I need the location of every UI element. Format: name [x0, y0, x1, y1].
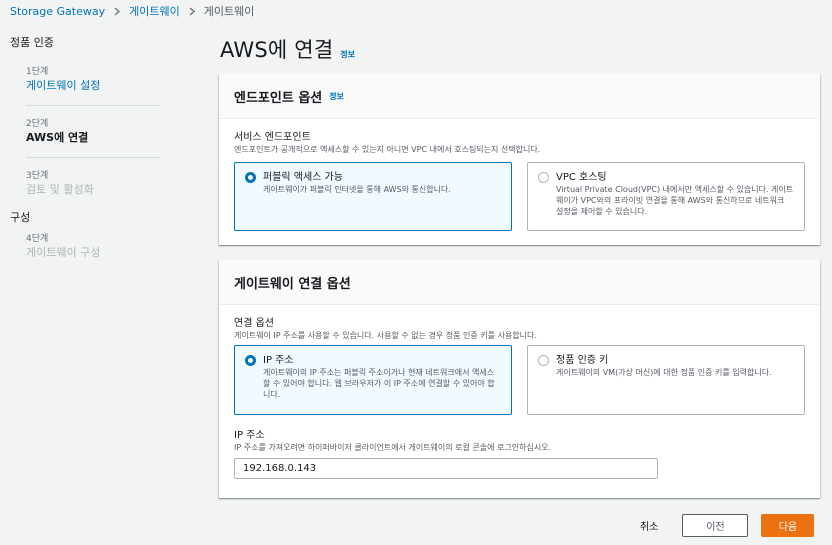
- ip-address-input[interactable]: [234, 458, 658, 479]
- page-title: AWS에 연결: [220, 38, 334, 62]
- panel-body: 서비스 엔드포인트 엔드포인트가 공개적으로 액세스할 수 있는지 아니면 VP…: [219, 119, 820, 231]
- breadcrumb-current: 게이트웨이: [203, 5, 255, 18]
- tile-title: 퍼블릭 액세스 가능: [263, 172, 343, 183]
- step-3-label: 검토 및 활성화: [26, 183, 94, 196]
- vpc-hosted-tile[interactable]: VPC 호스팅 Virtual Private Cloud(VPC) 내에서만 …: [527, 162, 805, 231]
- step-3-number: 3단계: [26, 171, 49, 181]
- radio-selected-icon: [245, 355, 256, 366]
- tile-title: IP 주소: [263, 355, 294, 366]
- step-4-label: 게이트웨이 구성: [26, 246, 101, 259]
- previous-button[interactable]: 이전: [682, 514, 749, 537]
- ip-address-description: IP 주소를 가져오려면 하이퍼바이저 클라이언트에서 게이트웨이의 로컬 콘솔…: [234, 443, 552, 452]
- chevron-right-icon: [114, 7, 121, 16]
- page-info-link[interactable]: 정보: [340, 49, 355, 60]
- page-header: AWS에 연결 정보: [220, 34, 355, 64]
- connection-options-panel: 게이트웨이 연결 옵션 연결 옵션 게이트웨이 IP 주소를 사용할 수 있습니…: [219, 260, 820, 498]
- tile-description: 게이트웨이의 VM(가상 머신)에 대한 정품 인증 키를 입력합니다.: [556, 368, 772, 377]
- tile-description: Virtual Private Cloud(VPC) 내에서만 액세스할 수 있…: [556, 185, 794, 216]
- step-2: 2단계 AWS에 연결: [26, 118, 160, 145]
- endpoint-options-panel: 엔드포인트 옵션 정보 서비스 엔드포인트 엔드포인트가 공개적으로 액세스할 …: [219, 74, 820, 245]
- panel-body: 연결 옵션 게이트웨이 IP 주소를 사용할 수 있습니다. 사용할 수 없는 …: [219, 305, 820, 479]
- step-2-current: AWS에 연결: [26, 131, 89, 144]
- service-endpoint-radio-group: 퍼블릭 액세스 가능 게이트웨이가 퍼블릭 인터넷을 통해 AWS와 통신합니다…: [234, 162, 805, 231]
- breadcrumb: Storage Gateway 게이트웨이 게이트웨이: [10, 2, 254, 20]
- connection-option-description: 게이트웨이 IP 주소를 사용할 수 있습니다. 사용할 수 없는 경우 정품 …: [234, 331, 537, 340]
- activation-key-tile[interactable]: 정품 인증 키 게이트웨이의 VM(가상 머신)에 대한 정품 인증 키를 입력…: [527, 345, 805, 415]
- steps-section-activation: 정품 인증: [10, 36, 54, 49]
- radio-unselected-icon: [538, 172, 549, 183]
- tile-title: VPC 호스팅: [556, 172, 607, 183]
- step-1-number: 1단계: [26, 67, 49, 77]
- radio-unselected-icon: [538, 355, 549, 366]
- endpoint-info-link[interactable]: 정보: [329, 91, 344, 102]
- public-access-tile[interactable]: 퍼블릭 액세스 가능 게이트웨이가 퍼블릭 인터넷을 통해 AWS와 통신합니다…: [234, 162, 512, 231]
- next-button[interactable]: 다음: [761, 514, 815, 537]
- tile-description: 게이트웨이의 IP 주소는 퍼블릭 주소이거나 현재 네트워크에서 액세스할 수…: [263, 368, 495, 399]
- cancel-button[interactable]: 취소: [640, 518, 658, 533]
- step-4: 4단계 게이트웨이 구성: [26, 233, 160, 260]
- step-1-link[interactable]: 게이트웨이 설정: [26, 78, 160, 93]
- connection-option-radio-group: IP 주소 게이트웨이의 IP 주소는 퍼블릭 주소이거나 현재 네트워크에서 …: [234, 345, 805, 415]
- service-endpoint-label: 서비스 엔드포인트: [234, 132, 311, 143]
- step-divider: [26, 105, 160, 106]
- tile-title: 정품 인증 키: [556, 355, 609, 366]
- step-divider: [26, 157, 160, 158]
- service-endpoint-description: 엔드포인트가 공개적으로 액세스할 수 있는지 아니면 VPC 내에서 호스팅되…: [234, 145, 541, 154]
- breadcrumb-gateways[interactable]: 게이트웨이: [129, 3, 180, 19]
- step-2-number: 2단계: [26, 119, 49, 129]
- step-4-number: 4단계: [26, 234, 49, 244]
- ip-address-tile[interactable]: IP 주소 게이트웨이의 IP 주소는 퍼블릭 주소이거나 현재 네트워크에서 …: [234, 345, 512, 415]
- ip-address-label: IP 주소: [234, 430, 265, 441]
- tile-description: 게이트웨이가 퍼블릭 인터넷을 통해 AWS와 통신합니다.: [263, 185, 451, 194]
- wizard-steps: 정품 인증 1단계 게이트웨이 설정 2단계 AWS에 연결 3단계 검토 및 …: [0, 30, 170, 260]
- step-1: 1단계 게이트웨이 설정: [26, 66, 160, 93]
- panel-header: 엔드포인트 옵션 정보: [219, 74, 820, 119]
- step-3: 3단계 검토 및 활성화: [26, 170, 160, 197]
- steps-section-configuration: 구성: [10, 211, 31, 224]
- radio-selected-icon: [245, 172, 256, 183]
- connection-options-heading: 게이트웨이 연결 옵션: [234, 276, 351, 292]
- chevron-right-icon: [189, 7, 195, 16]
- panel-header: 게이트웨이 연결 옵션: [219, 260, 820, 305]
- connection-option-label: 연결 옵션: [234, 318, 274, 329]
- endpoint-options-heading: 엔드포인트 옵션: [234, 90, 323, 106]
- breadcrumb-storage-gateway[interactable]: Storage Gateway: [10, 5, 105, 18]
- wizard-actions: 취소 이전 다음: [640, 514, 815, 537]
